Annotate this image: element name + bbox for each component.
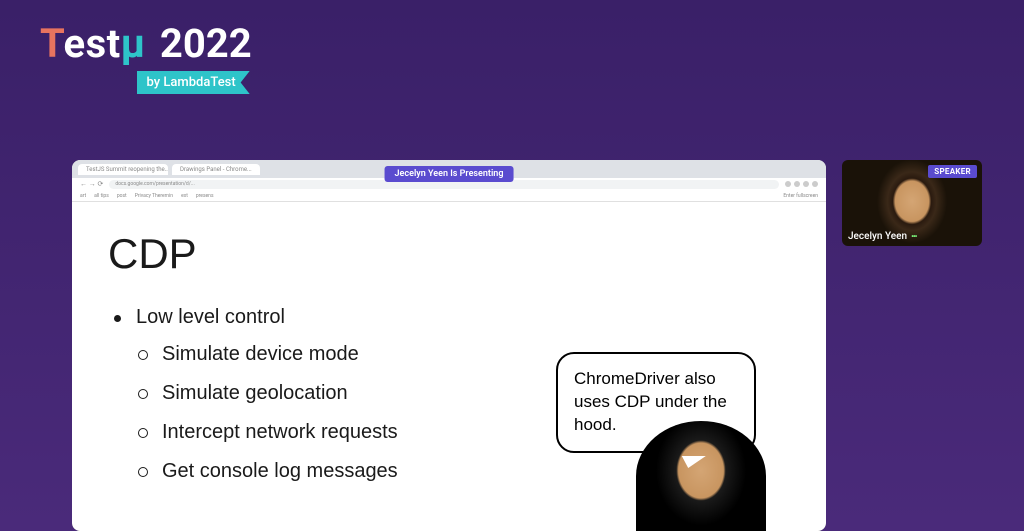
speaker-video-tile[interactable]: SPEAKER Jecelyn Yeen ••• — [842, 160, 982, 246]
browser-tab[interactable]: Drawings Panel - Chrome... — [172, 164, 260, 175]
fullscreen-hint[interactable]: Enter fullscreen — [783, 193, 818, 199]
sub-bullet: Simulate geolocation — [136, 382, 488, 405]
bookmark-item[interactable]: art — [80, 193, 86, 199]
logo-main: Testμ 2022 — [40, 20, 252, 67]
address-text: docs.google.com/presentation/d/... — [115, 181, 194, 187]
bookmark-item[interactable]: ext — [181, 193, 188, 199]
logo-byline-wrap: by LambdaTest — [137, 71, 250, 94]
slide-presenter-cutout — [636, 421, 766, 531]
mic-active-icon: ••• — [911, 232, 916, 241]
slide-sub-list: Simulate device mode Simulate geolocatio… — [136, 343, 488, 483]
logo-letter-t: T — [40, 20, 63, 67]
nav-back-forward-icons[interactable]: ← → ⟳ — [80, 180, 103, 188]
extension-icons[interactable] — [785, 181, 818, 187]
bookmark-item[interactable]: presens — [196, 193, 214, 199]
slide-title: CDP — [108, 230, 790, 278]
bookmark-item[interactable]: post — [117, 193, 127, 199]
speaker-name-label: Jecelyn Yeen ••• — [848, 231, 916, 242]
presentation-share[interactable]: Jecelyn Yeen Is Presenting TestJS Summit… — [72, 160, 826, 531]
browser-bookmarks-bar: art all tips post Privacy Theremin ext p… — [72, 190, 826, 202]
presenter-head-icon — [636, 421, 766, 531]
speaker-name-text: Jecelyn Yeen — [848, 231, 907, 242]
event-logo: Testμ 2022 by LambdaTest — [40, 20, 252, 94]
slide-bullet-list: Low level control Simulate device mode S… — [108, 306, 488, 483]
speaker-role-badge: SPEAKER — [928, 165, 977, 178]
sub-bullet: Intercept network requests — [136, 421, 488, 444]
sub-bullet: Simulate device mode — [136, 343, 488, 366]
bookmark-item[interactable]: Privacy Theremin — [135, 193, 173, 199]
slide-bullet: Low level control Simulate device mode S… — [108, 306, 488, 483]
browser-tab[interactable]: TestJS Summit reopening the... — [78, 164, 168, 175]
slide-content: CDP Low level control Simulate device mo… — [72, 202, 826, 531]
presenting-badge: Jecelyn Yeen Is Presenting — [385, 166, 514, 182]
logo-year: 2022 — [160, 20, 252, 67]
logo-letter-mu: μ — [121, 20, 146, 67]
bookmark-item[interactable]: all tips — [94, 193, 109, 199]
logo-byline: by LambdaTest — [137, 71, 250, 94]
bullet-text: Low level control — [136, 306, 285, 328]
meeting-stage: Jecelyn Yeen Is Presenting TestJS Summit… — [72, 160, 982, 531]
sub-bullet: Get console log messages — [136, 460, 488, 483]
logo-wordmark: Testμ — [40, 20, 146, 67]
logo-letters-est: est — [63, 20, 120, 67]
